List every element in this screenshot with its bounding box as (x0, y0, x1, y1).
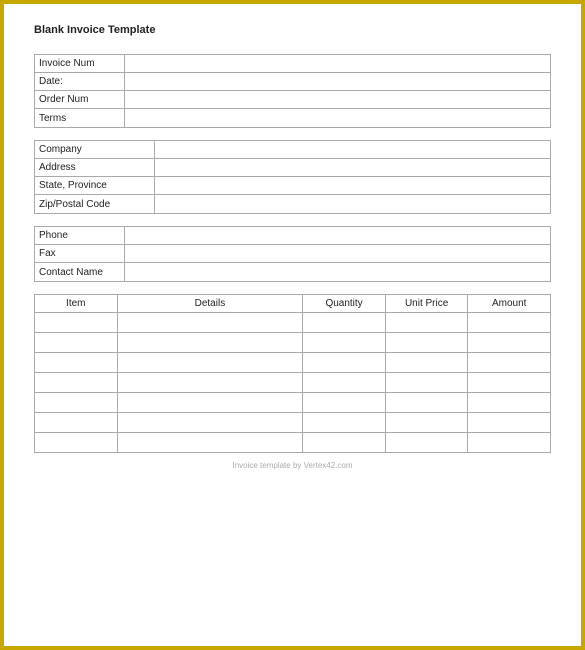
field-row-date: Date: (35, 73, 550, 91)
table-cell-5-4[interactable] (468, 413, 551, 433)
table-cell-4-2[interactable] (303, 393, 386, 413)
content-area: Blank Invoice Template Invoice Num Date:… (4, 4, 581, 480)
label-contact: Contact Name (35, 263, 125, 281)
table-row (35, 433, 551, 453)
value-contact[interactable] (125, 263, 550, 281)
table-cell-3-2[interactable] (303, 373, 386, 393)
page-wrapper: Blank Invoice Template Invoice Num Date:… (0, 0, 585, 650)
col-header-quantity: Quantity (303, 295, 386, 313)
value-zip[interactable] (155, 195, 550, 213)
table-row (35, 393, 551, 413)
table-cell-2-3[interactable] (385, 353, 468, 373)
info-section: Invoice Num Date: Order Num Terms (34, 54, 551, 128)
table-cell-6-0[interactable] (35, 433, 118, 453)
label-date: Date: (35, 73, 125, 90)
table-cell-5-1[interactable] (117, 413, 303, 433)
table-cell-6-1[interactable] (117, 433, 303, 453)
field-row-phone: Phone (35, 227, 550, 245)
table-cell-2-4[interactable] (468, 353, 551, 373)
table-cell-2-2[interactable] (303, 353, 386, 373)
contact-section: Phone Fax Contact Name (34, 226, 551, 282)
table-cell-4-1[interactable] (117, 393, 303, 413)
value-state[interactable] (155, 177, 550, 194)
label-company: Company (35, 141, 155, 158)
col-header-item: Item (35, 295, 118, 313)
label-invoice-num: Invoice Num (35, 55, 125, 72)
footer-text: Invoice template by Vertex42.com (34, 461, 551, 470)
table-cell-4-0[interactable] (35, 393, 118, 413)
field-row-order: Order Num (35, 91, 550, 109)
table-cell-1-4[interactable] (468, 333, 551, 353)
value-date[interactable] (125, 73, 550, 90)
table-header-row: Item Details Quantity Unit Price Amount (35, 295, 551, 313)
field-row-state: State, Province (35, 177, 550, 195)
label-zip: Zip/Postal Code (35, 195, 155, 213)
table-cell-0-4[interactable] (468, 313, 551, 333)
label-address: Address (35, 159, 155, 176)
table-cell-0-0[interactable] (35, 313, 118, 333)
table-cell-5-3[interactable] (385, 413, 468, 433)
table-cell-0-2[interactable] (303, 313, 386, 333)
table-cell-5-0[interactable] (35, 413, 118, 433)
table-cell-5-2[interactable] (303, 413, 386, 433)
label-phone: Phone (35, 227, 125, 244)
table-row (35, 353, 551, 373)
table-row (35, 373, 551, 393)
table-cell-6-4[interactable] (468, 433, 551, 453)
company-section: Company Address State, Province Zip/Post… (34, 140, 551, 214)
value-company[interactable] (155, 141, 550, 158)
table-cell-6-2[interactable] (303, 433, 386, 453)
col-header-amount: Amount (468, 295, 551, 313)
table-cell-2-0[interactable] (35, 353, 118, 373)
label-state: State, Province (35, 177, 155, 194)
field-row-terms: Terms (35, 109, 550, 127)
table-cell-3-0[interactable] (35, 373, 118, 393)
col-header-unit-price: Unit Price (385, 295, 468, 313)
table-row (35, 313, 551, 333)
table-row (35, 333, 551, 353)
value-address[interactable] (155, 159, 550, 176)
table-row (35, 413, 551, 433)
table-cell-3-1[interactable] (117, 373, 303, 393)
label-fax: Fax (35, 245, 125, 262)
table-cell-1-1[interactable] (117, 333, 303, 353)
field-row-fax: Fax (35, 245, 550, 263)
table-cell-1-0[interactable] (35, 333, 118, 353)
table-cell-2-1[interactable] (117, 353, 303, 373)
value-invoice-num[interactable] (125, 55, 550, 72)
invoice-table: Item Details Quantity Unit Price Amount (34, 294, 551, 453)
value-order-num[interactable] (125, 91, 550, 108)
table-cell-6-3[interactable] (385, 433, 468, 453)
field-row-contact: Contact Name (35, 263, 550, 281)
label-terms: Terms (35, 109, 125, 127)
table-cell-1-3[interactable] (385, 333, 468, 353)
field-row-company: Company (35, 141, 550, 159)
table-cell-1-2[interactable] (303, 333, 386, 353)
table-cell-3-3[interactable] (385, 373, 468, 393)
field-row-zip: Zip/Postal Code (35, 195, 550, 213)
value-phone[interactable] (125, 227, 550, 244)
table-cell-3-4[interactable] (468, 373, 551, 393)
col-header-details: Details (117, 295, 303, 313)
value-fax[interactable] (125, 245, 550, 262)
table-cell-0-3[interactable] (385, 313, 468, 333)
field-row-invoice: Invoice Num (35, 55, 550, 73)
table-cell-4-3[interactable] (385, 393, 468, 413)
value-terms[interactable] (125, 109, 550, 127)
field-row-address: Address (35, 159, 550, 177)
table-cell-0-1[interactable] (117, 313, 303, 333)
table-cell-4-4[interactable] (468, 393, 551, 413)
label-order-num: Order Num (35, 91, 125, 108)
page-title: Blank Invoice Template (34, 24, 551, 36)
